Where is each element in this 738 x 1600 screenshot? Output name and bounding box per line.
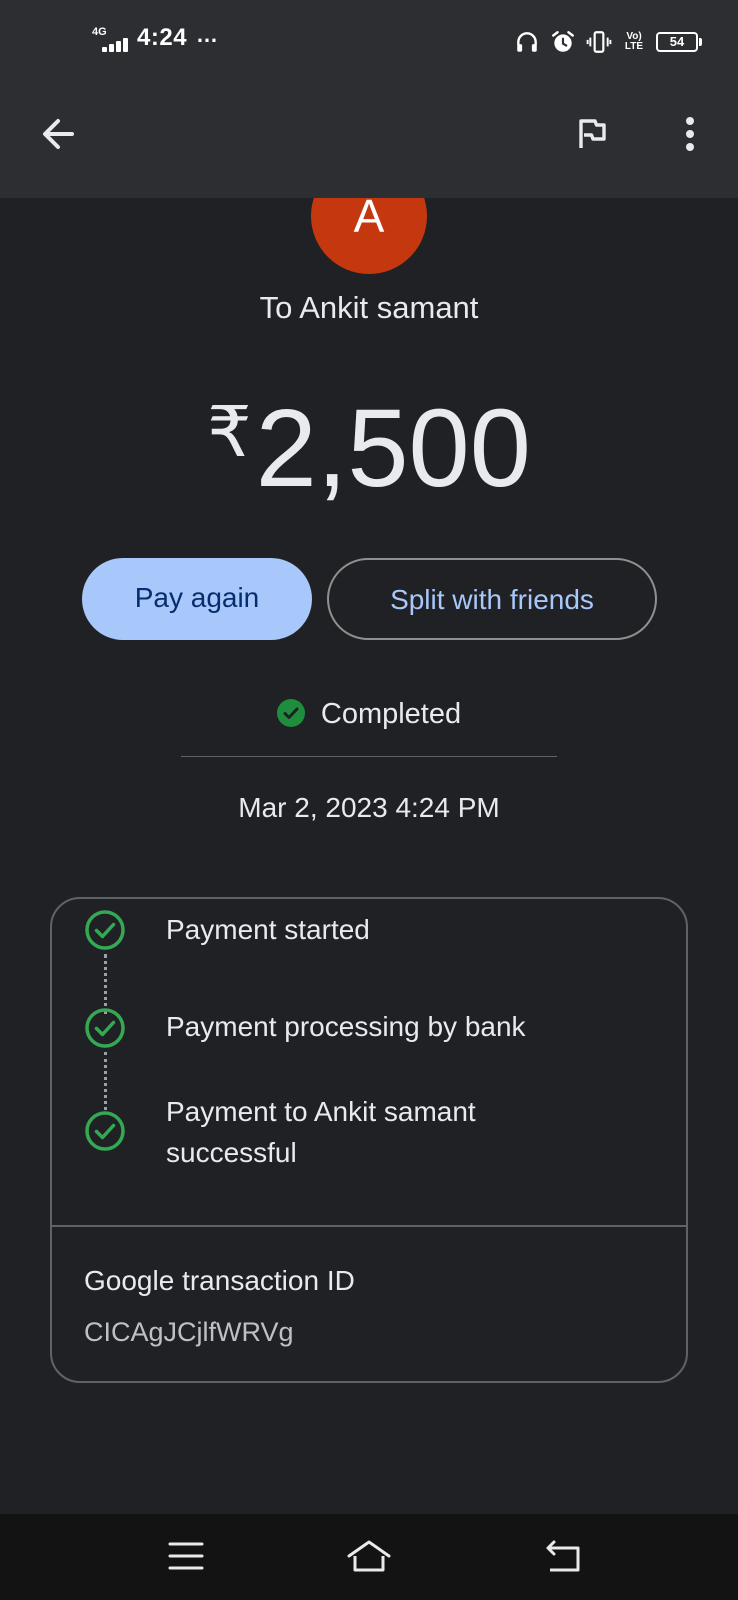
network-type: 4G <box>92 26 107 38</box>
timeline-step: Payment to Ankit samant successful <box>166 1096 476 1168</box>
vibrate-icon <box>586 31 612 53</box>
payment-details-screen: 4G 4:24 … Vo) LTE 54 A To Ankit samant ₹… <box>0 0 738 1600</box>
status-row: Completed <box>0 698 738 731</box>
menu-icon[interactable] <box>162 1534 210 1578</box>
payment-progress-card: Payment started Payment processing by ba… <box>50 897 688 1383</box>
status-time: 4:24 <box>137 24 188 51</box>
currency-symbol: ₹ <box>207 393 252 471</box>
status-label: Completed <box>320 698 462 730</box>
timeline-connector <box>104 1052 107 1110</box>
step-check-icon <box>85 910 125 950</box>
transaction-id-label: Google transaction ID <box>84 1265 355 1296</box>
transaction-id-value[interactable]: CICAgJCjlfWRVg <box>84 1317 294 1348</box>
home-icon[interactable] <box>345 1534 393 1578</box>
timeline-connector <box>104 954 107 1014</box>
divider <box>181 756 557 757</box>
payment-amount: ₹2,500 <box>0 372 738 509</box>
more-vert-icon[interactable] <box>666 110 714 158</box>
signal-bars-icon <box>92 38 128 52</box>
amount-value: 2,500 <box>255 387 531 510</box>
arrow-back-icon[interactable] <box>34 110 82 158</box>
system-nav-bar <box>0 1514 738 1600</box>
alarm-icon <box>552 31 574 52</box>
payee-name: To Ankit samant <box>259 290 479 325</box>
battery-indicator: 54 <box>656 32 702 52</box>
pay-again-button[interactable]: Pay again <box>82 558 312 640</box>
flag-icon[interactable] <box>568 110 616 158</box>
transaction-datetime: Mar 2, 2023 4:24 PM <box>238 792 500 823</box>
timeline-step: Payment processing by bank <box>166 1011 526 1042</box>
status-bar: 4G 4:24 … Vo) LTE 54 <box>0 22 738 62</box>
card-divider <box>52 1225 686 1227</box>
return-icon[interactable] <box>540 1534 588 1578</box>
split-with-friends-button[interactable]: Split with friends <box>327 558 657 640</box>
status-icons: Vo) LTE 54 <box>514 28 702 56</box>
battery-level: 54 <box>669 34 685 49</box>
headphones-icon <box>517 32 537 52</box>
check-circle-icon <box>276 699 305 727</box>
step-check-icon <box>85 1008 125 1048</box>
notification-overflow: … <box>196 22 218 47</box>
signal-indicator: 4G <box>92 26 130 54</box>
step-check-icon <box>85 1111 125 1151</box>
top-bar: 4G 4:24 … Vo) LTE 54 <box>0 0 738 198</box>
volte-indicator: Vo) LTE <box>624 31 644 52</box>
timeline-step: Payment started <box>166 914 370 945</box>
